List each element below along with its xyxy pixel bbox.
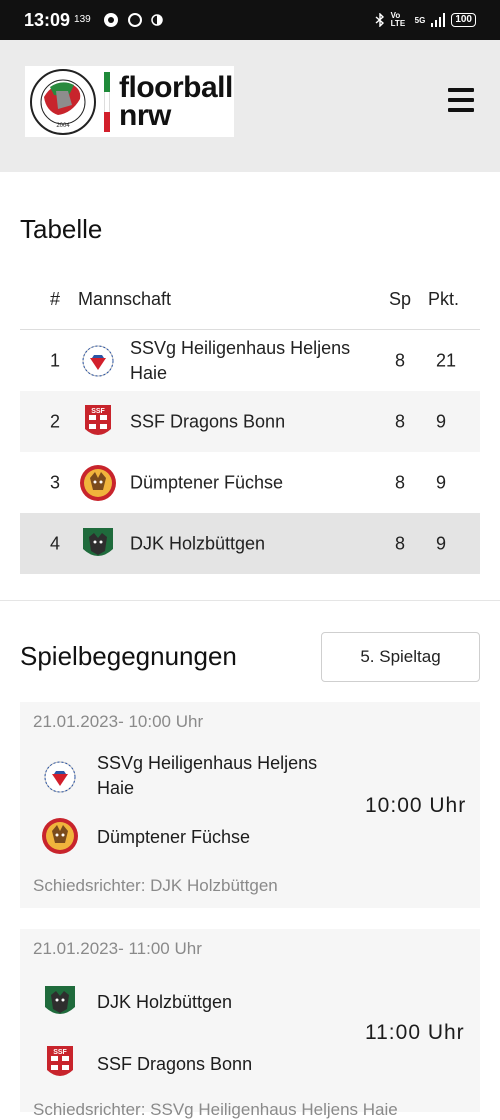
row-games: 8 xyxy=(395,472,406,492)
svg-text:SSF: SSF xyxy=(53,1049,67,1056)
match-home-team: SSVg Heiligenhaus Heljens Haie xyxy=(97,753,318,798)
row-team: SSVg Heiligenhaus Heljens Haie xyxy=(130,337,351,383)
header-team: Mannschaft xyxy=(78,289,172,309)
header-games: Sp xyxy=(389,289,412,309)
bonn-logo-icon: SSF xyxy=(40,1043,80,1083)
site-logo[interactable]: 2004 floorball nrw xyxy=(25,66,234,137)
holzbuettgen-logo-icon xyxy=(40,982,80,1022)
data-saver-icon xyxy=(150,14,163,26)
network-5g-label: 5G xyxy=(414,15,426,25)
row-points: 21 xyxy=(436,350,457,370)
section-divider xyxy=(0,600,500,601)
status-time: 13:09 xyxy=(24,9,71,30)
row-points: 9 xyxy=(436,533,447,553)
match-date: 21.01.2023- 10:00 Uhr xyxy=(33,712,204,731)
duemptener-logo-icon xyxy=(40,816,80,856)
menu-icon[interactable] xyxy=(448,88,474,112)
signal-icon xyxy=(431,13,446,27)
logo-text-line2: nrw xyxy=(119,98,171,132)
status-bar: 13:09 139 Vo LTE 5G 100 xyxy=(0,0,500,40)
duemptener-logo-icon xyxy=(79,464,117,502)
row-points: 9 xyxy=(436,472,447,492)
match-card[interactable]: 21.01.2023- 11:00 Uhr DJK Holzbüttgen 11… xyxy=(20,929,480,1119)
heiligenhaus-logo-icon xyxy=(40,757,80,797)
bluetooth-icon xyxy=(375,13,384,27)
heiligenhaus-logo-icon xyxy=(79,342,117,380)
table-row[interactable]: 1 SSVg Heiligenhaus Heljens Haie 8 21 xyxy=(20,330,480,391)
row-points: 9 xyxy=(436,411,447,431)
match-home-team: DJK Holzbüttgen xyxy=(97,992,233,1012)
table-row[interactable]: 4 DJK Holzbüttgen 8 9 xyxy=(20,513,480,574)
match-time: 10:00 Uhr xyxy=(365,794,467,817)
row-team: Dümptener Füchse xyxy=(130,472,284,492)
row-rank: 3 xyxy=(50,472,61,492)
circle-notification-icon xyxy=(127,13,142,27)
matches-title: Spielbegegnungen xyxy=(20,641,237,671)
row-games: 8 xyxy=(395,411,406,431)
logo-wordmark: floorball nrw xyxy=(119,70,233,132)
logo-flag xyxy=(104,71,110,132)
row-rank: 1 xyxy=(50,350,61,370)
status-sub: 139 xyxy=(74,13,91,25)
association-seal-icon: 2004 xyxy=(25,66,101,137)
row-rank: 2 xyxy=(50,411,61,431)
match-referee: Schiedsrichter: DJK Holzbüttgen xyxy=(33,876,278,895)
row-games: 8 xyxy=(395,533,406,553)
holzbuettgen-logo-icon xyxy=(79,525,117,563)
network-label: Vo LTE xyxy=(390,11,406,28)
match-time: 11:00 Uhr xyxy=(365,1021,465,1044)
bonn-logo-icon: SSF xyxy=(79,403,117,441)
match-away-team: Dümptener Füchse xyxy=(97,827,251,847)
table-row[interactable]: 3 Dümptener Füchse 8 9 xyxy=(20,452,480,513)
match-card[interactable]: 21.01.2023- 10:00 Uhr SSVg Heiligenhaus … xyxy=(20,702,480,908)
standings-title: Tabelle xyxy=(20,214,103,244)
row-team: DJK Holzbüttgen xyxy=(130,533,266,553)
match-referee: Schiedsrichter: SSVg Heiligenhaus Heljen… xyxy=(33,1100,398,1119)
header-points: Pkt. xyxy=(428,289,460,309)
battery-icon: 100 xyxy=(451,13,476,27)
row-games: 8 xyxy=(395,350,406,370)
table-row[interactable]: 2 SSF SSF Dragons Bonn 8 9 xyxy=(20,391,480,452)
logo-text-line1: floorball xyxy=(119,70,233,104)
standings-header: # Mannschaft Sp Pkt. xyxy=(20,276,480,330)
seal-year: 2004 xyxy=(56,123,70,129)
row-team: SSF Dragons Bonn xyxy=(130,411,286,431)
matchday-select-button[interactable]: 5. Spieltag xyxy=(321,632,480,682)
svg-text:SSF: SSF xyxy=(91,408,105,415)
header-rank: # xyxy=(50,289,61,309)
match-date: 21.01.2023- 11:00 Uhr xyxy=(33,939,202,958)
row-rank: 4 xyxy=(50,533,61,553)
app-notification-icon xyxy=(103,13,118,27)
match-away-team: SSF Dragons Bonn xyxy=(97,1054,253,1074)
site-header: 2004 floorball nrw xyxy=(0,40,500,172)
